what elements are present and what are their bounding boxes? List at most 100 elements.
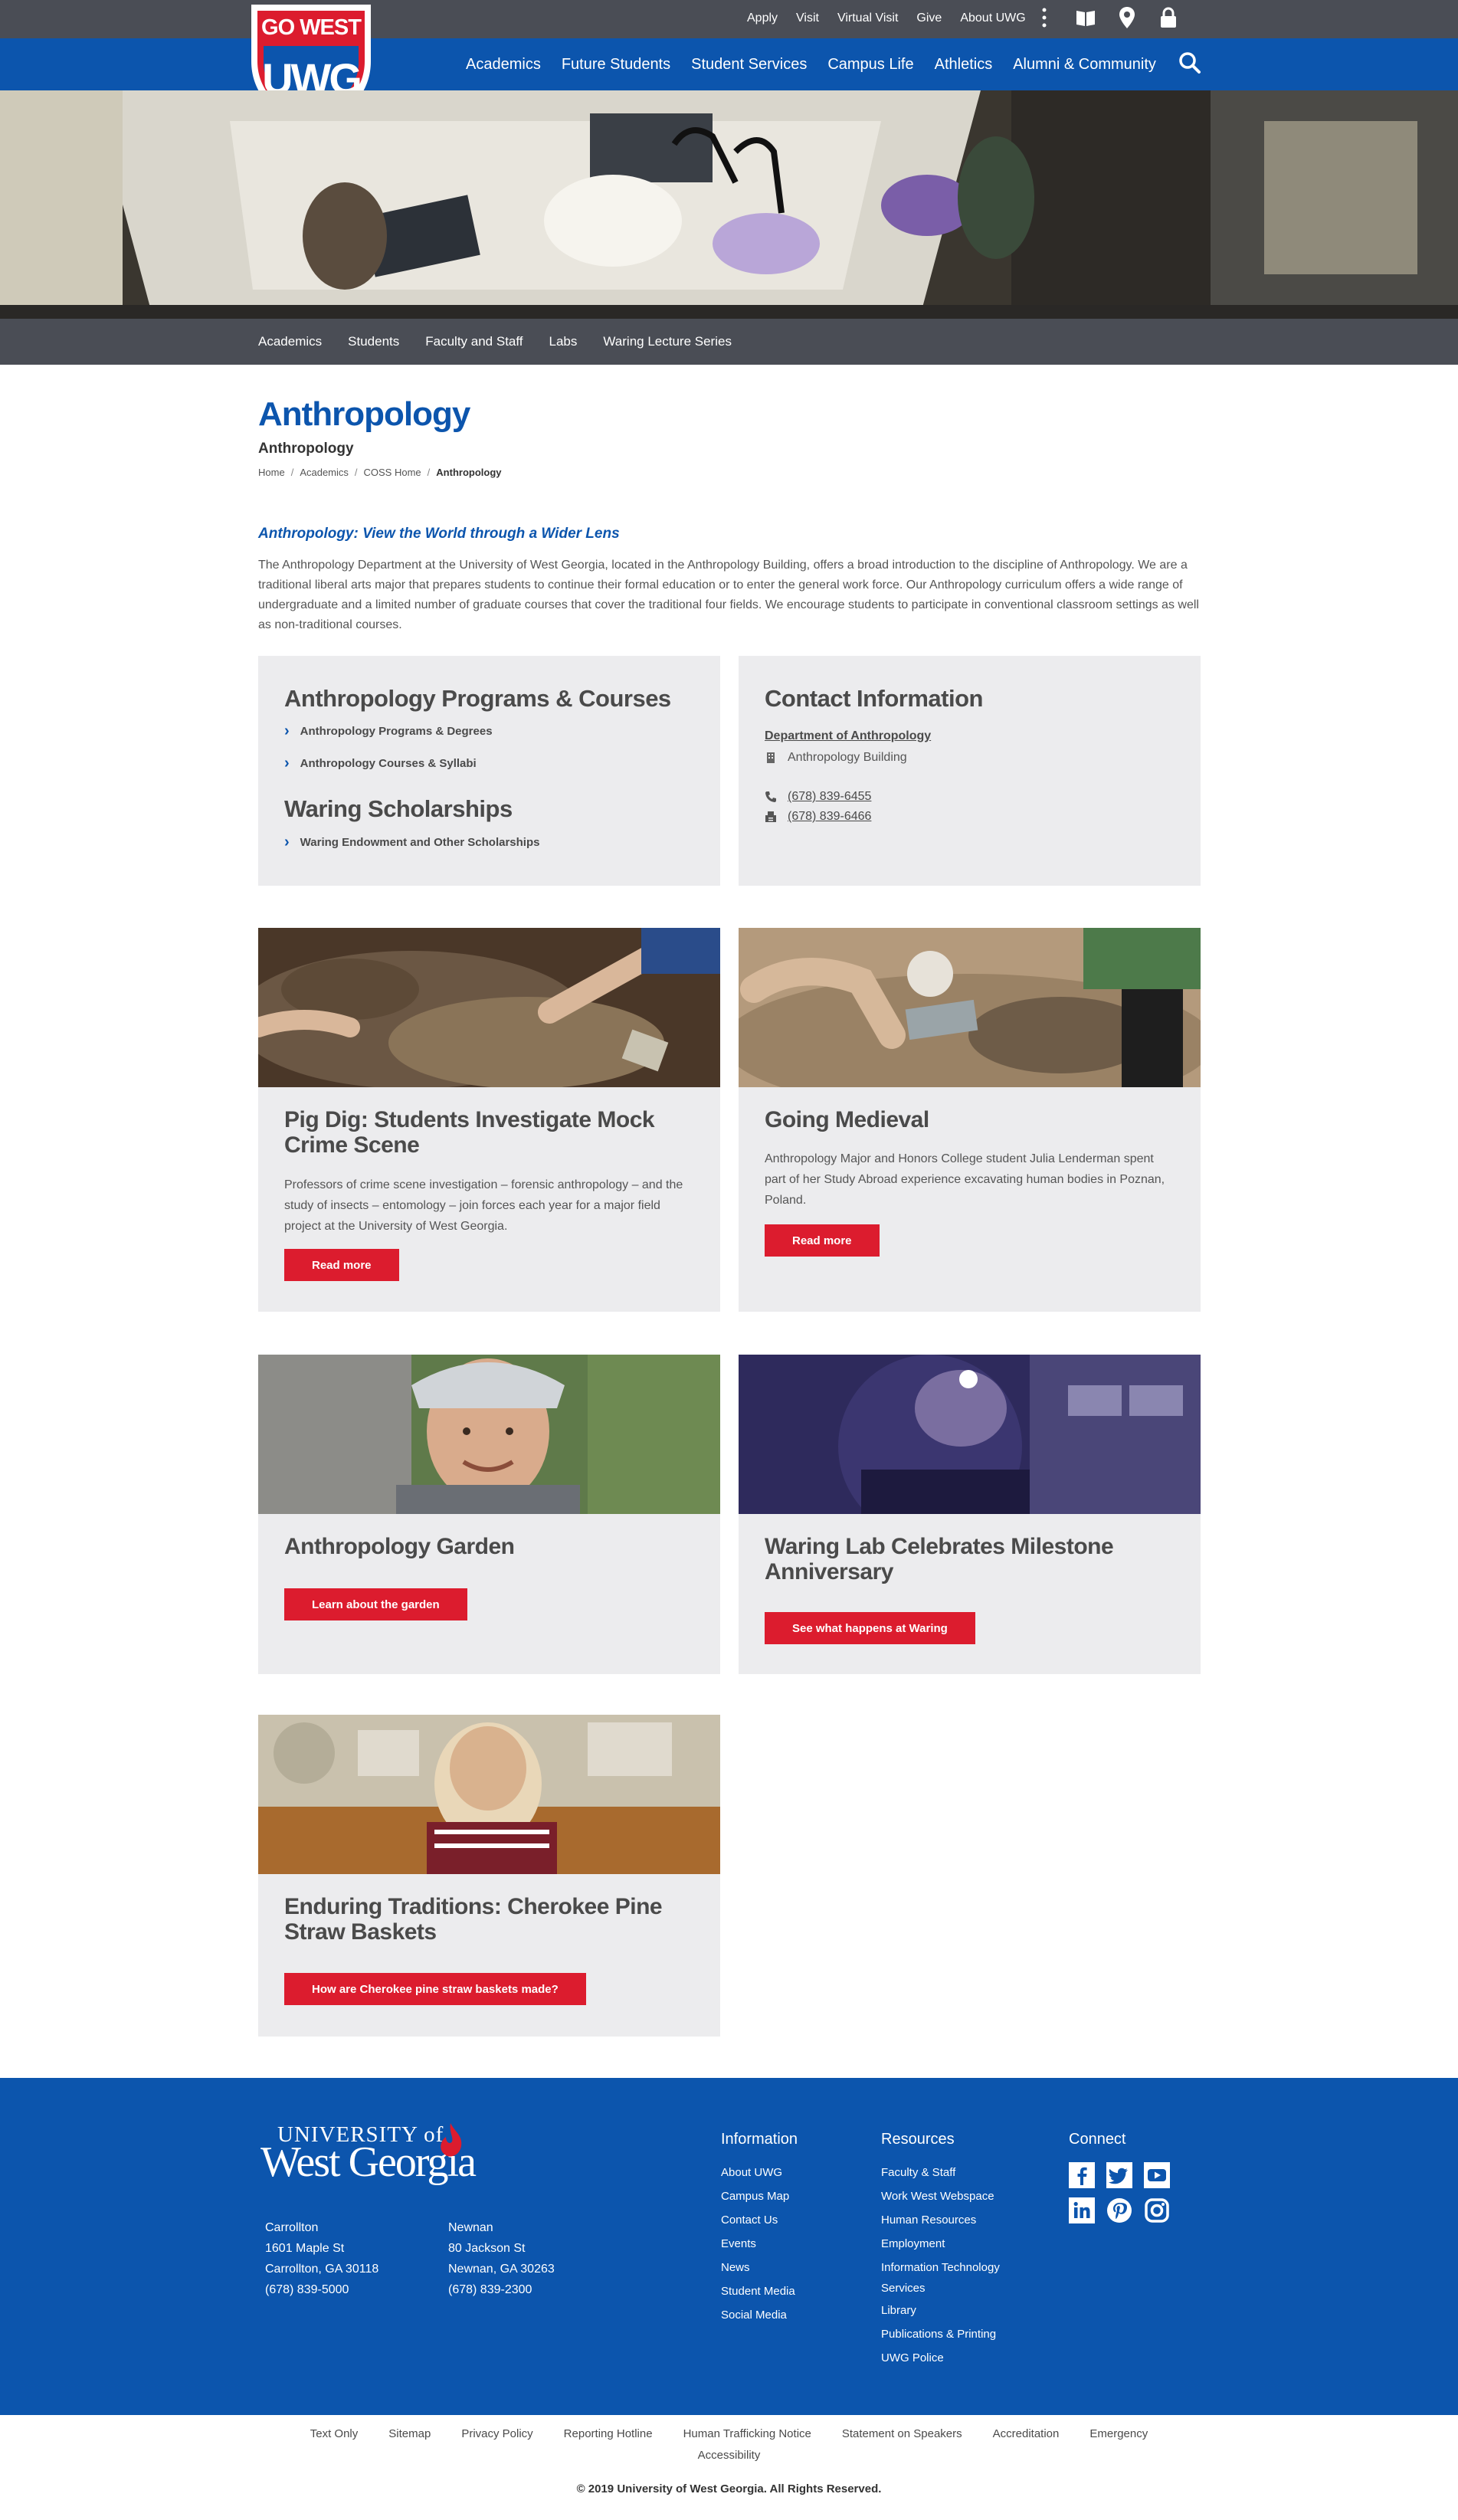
footer-link[interactable]: Library xyxy=(881,2299,1019,2322)
bottom-link[interactable]: Privacy Policy xyxy=(461,2427,532,2440)
connect-heading: Connect xyxy=(1069,2131,1126,2148)
bottom-link[interactable]: Human Trafficking Notice xyxy=(683,2427,811,2440)
subnav-labs[interactable]: Labs xyxy=(549,334,578,349)
utility-link-virtual-visit[interactable]: Virtual Visit xyxy=(837,11,898,25)
subnav-faculty-staff[interactable]: Faculty and Staff xyxy=(425,334,523,349)
contact-heading: Contact Information xyxy=(765,685,984,712)
learn-about-garden-button[interactable]: Learn about the garden xyxy=(284,1588,467,1620)
footer-link[interactable]: UWG Police xyxy=(881,2346,1019,2370)
breadcrumb-current: Anthropology xyxy=(436,467,502,478)
footer-link[interactable]: Social Media xyxy=(721,2303,795,2327)
utility-link-give[interactable]: Give xyxy=(916,11,942,25)
chevron-right-icon: › xyxy=(284,755,290,772)
subnav-academics[interactable]: Academics xyxy=(258,334,322,349)
breadcrumb-home[interactable]: Home xyxy=(258,467,285,478)
campus-phone[interactable]: (678) 839-2300 xyxy=(448,2279,555,2300)
twitter-icon[interactable] xyxy=(1106,2162,1132,2188)
card-pig-dig: Pig Dig: Students Investigate Mock Crime… xyxy=(258,928,720,1312)
utility-icons xyxy=(1034,6,1178,29)
phone-line[interactable]: (678) 839-6455 xyxy=(765,790,871,804)
footer-link[interactable]: Events xyxy=(721,2232,795,2256)
scholarships-heading: Waring Scholarships xyxy=(284,795,513,822)
nav-student-services[interactable]: Student Services xyxy=(691,56,807,74)
footer-link[interactable]: Publications & Printing xyxy=(881,2322,1019,2346)
youtube-icon[interactable] xyxy=(1144,2162,1170,2188)
page-subtitle: Anthropology xyxy=(258,441,354,457)
read-more-button[interactable]: Read more xyxy=(284,1249,399,1281)
accessibility-link[interactable]: Accessibility xyxy=(0,2449,1458,2462)
utility-link-apply[interactable]: Apply xyxy=(747,11,778,25)
more-vertical-icon[interactable] xyxy=(1034,6,1054,29)
subnav-waring-lecture-series[interactable]: Waring Lecture Series xyxy=(603,334,732,349)
book-icon[interactable] xyxy=(1076,6,1096,29)
bottom-link[interactable]: Sitemap xyxy=(388,2427,431,2440)
breadcrumb-academics[interactable]: Academics xyxy=(300,467,349,478)
facebook-icon[interactable] xyxy=(1069,2162,1095,2188)
waring-endowment-link[interactable]: › Waring Endowment and Other Scholarship… xyxy=(284,834,539,850)
footer-link[interactable]: About UWG xyxy=(721,2161,795,2184)
department-link[interactable]: Department of Anthropology xyxy=(765,729,931,743)
linkedin-icon[interactable] xyxy=(1069,2197,1095,2223)
nav-campus-life[interactable]: Campus Life xyxy=(827,56,913,74)
nav-alumni-community[interactable]: Alumni & Community xyxy=(1013,56,1156,74)
chevron-right-icon: › xyxy=(284,723,290,739)
intro-text: The Anthropology Department at the Unive… xyxy=(258,559,1199,631)
carrollton-campus: Carrollton 1601 Maple St Carrollton, GA … xyxy=(265,2217,378,2300)
pinterest-icon[interactable] xyxy=(1106,2197,1132,2223)
bottom-link[interactable]: Text Only xyxy=(310,2427,359,2440)
footer-link[interactable]: News xyxy=(721,2256,795,2279)
building-label: Anthropology Building xyxy=(788,751,907,764)
footer-link[interactable]: Human Resources xyxy=(881,2208,1019,2232)
instagram-icon[interactable] xyxy=(1144,2197,1170,2223)
building-line: Anthropology Building xyxy=(765,751,907,765)
see-waring-button[interactable]: See what happens at Waring xyxy=(765,1612,975,1644)
breadcrumb: Home / Academics / COSS Home / Anthropol… xyxy=(258,467,502,478)
logo-top-text: GO WEST xyxy=(261,15,362,40)
utility-bar: Apply Visit Virtual Visit Give About UWG xyxy=(0,0,1458,38)
waring-endowment-label: Waring Endowment and Other Scholarships xyxy=(300,835,540,849)
fax-line[interactable]: (678) 839-6466 xyxy=(765,810,871,824)
courses-syllabi-label: Anthropology Courses & Syllabi xyxy=(300,756,477,770)
fax-number: (678) 839-6466 xyxy=(788,810,872,823)
card-image-garden xyxy=(258,1355,720,1514)
nav-athletics[interactable]: Athletics xyxy=(935,56,993,74)
footer-link[interactable]: Employment xyxy=(881,2232,1019,2256)
card-going-medieval: Going Medieval Anthropology Major and Ho… xyxy=(739,928,1201,1312)
search-icon[interactable] xyxy=(1178,51,1203,76)
bottom-link[interactable]: Emergency xyxy=(1089,2427,1148,2440)
courses-syllabi-link[interactable]: › Anthropology Courses & Syllabi xyxy=(284,755,477,771)
footer-link[interactable]: Campus Map xyxy=(721,2184,795,2208)
main-nav: Academics Future Students Student Servic… xyxy=(0,38,1458,90)
information-list: About UWG Campus Map Contact Us Events N… xyxy=(721,2161,795,2327)
bottom-link[interactable]: Statement on Speakers xyxy=(842,2427,962,2440)
campus-phone[interactable]: (678) 839-5000 xyxy=(265,2279,378,2300)
utility-link-about[interactable]: About UWG xyxy=(960,11,1025,25)
fax-icon xyxy=(765,811,776,822)
card-title: Enduring Traditions: Cherokee Pine Straw… xyxy=(284,1894,663,1945)
campus-street: 80 Jackson St xyxy=(448,2242,526,2255)
footer-link[interactable]: Work West Webspace xyxy=(881,2184,1019,2208)
nav-future-students[interactable]: Future Students xyxy=(562,56,670,74)
utility-link-visit[interactable]: Visit xyxy=(796,11,819,25)
nav-academics[interactable]: Academics xyxy=(466,56,541,74)
map-pin-icon[interactable] xyxy=(1117,6,1137,29)
lock-icon[interactable] xyxy=(1158,6,1178,29)
footer-link[interactable]: Student Media xyxy=(721,2279,795,2303)
subnav-students[interactable]: Students xyxy=(348,334,399,349)
bottom-link[interactable]: Accreditation xyxy=(993,2427,1060,2440)
card-title: Pig Dig: Students Investigate Mock Crime… xyxy=(284,1107,655,1158)
footer-link[interactable]: Contact Us xyxy=(721,2208,795,2232)
programs-degrees-link[interactable]: › Anthropology Programs & Degrees xyxy=(284,723,493,739)
card-anthropology-garden: Anthropology Garden Learn about the gard… xyxy=(258,1355,720,1674)
bottom-links: Text Only Sitemap Privacy Policy Reporti… xyxy=(0,2427,1458,2440)
bottom-link[interactable]: Reporting Hotline xyxy=(564,2427,653,2440)
cherokee-baskets-button[interactable]: How are Cherokee pine straw baskets made… xyxy=(284,1973,586,2005)
breadcrumb-coss-home[interactable]: COSS Home xyxy=(364,467,421,478)
card-enduring-traditions: Enduring Traditions: Cherokee Pine Straw… xyxy=(258,1715,720,2037)
copyright: © 2019 University of West Georgia. All R… xyxy=(576,2482,882,2495)
hero-image xyxy=(0,90,1458,319)
footer-link[interactable]: Information Technology Services xyxy=(881,2256,1019,2299)
footer-link[interactable]: Faculty & Staff xyxy=(881,2161,1019,2184)
read-more-button[interactable]: Read more xyxy=(765,1224,880,1257)
campus-name: Carrollton xyxy=(265,2221,319,2234)
